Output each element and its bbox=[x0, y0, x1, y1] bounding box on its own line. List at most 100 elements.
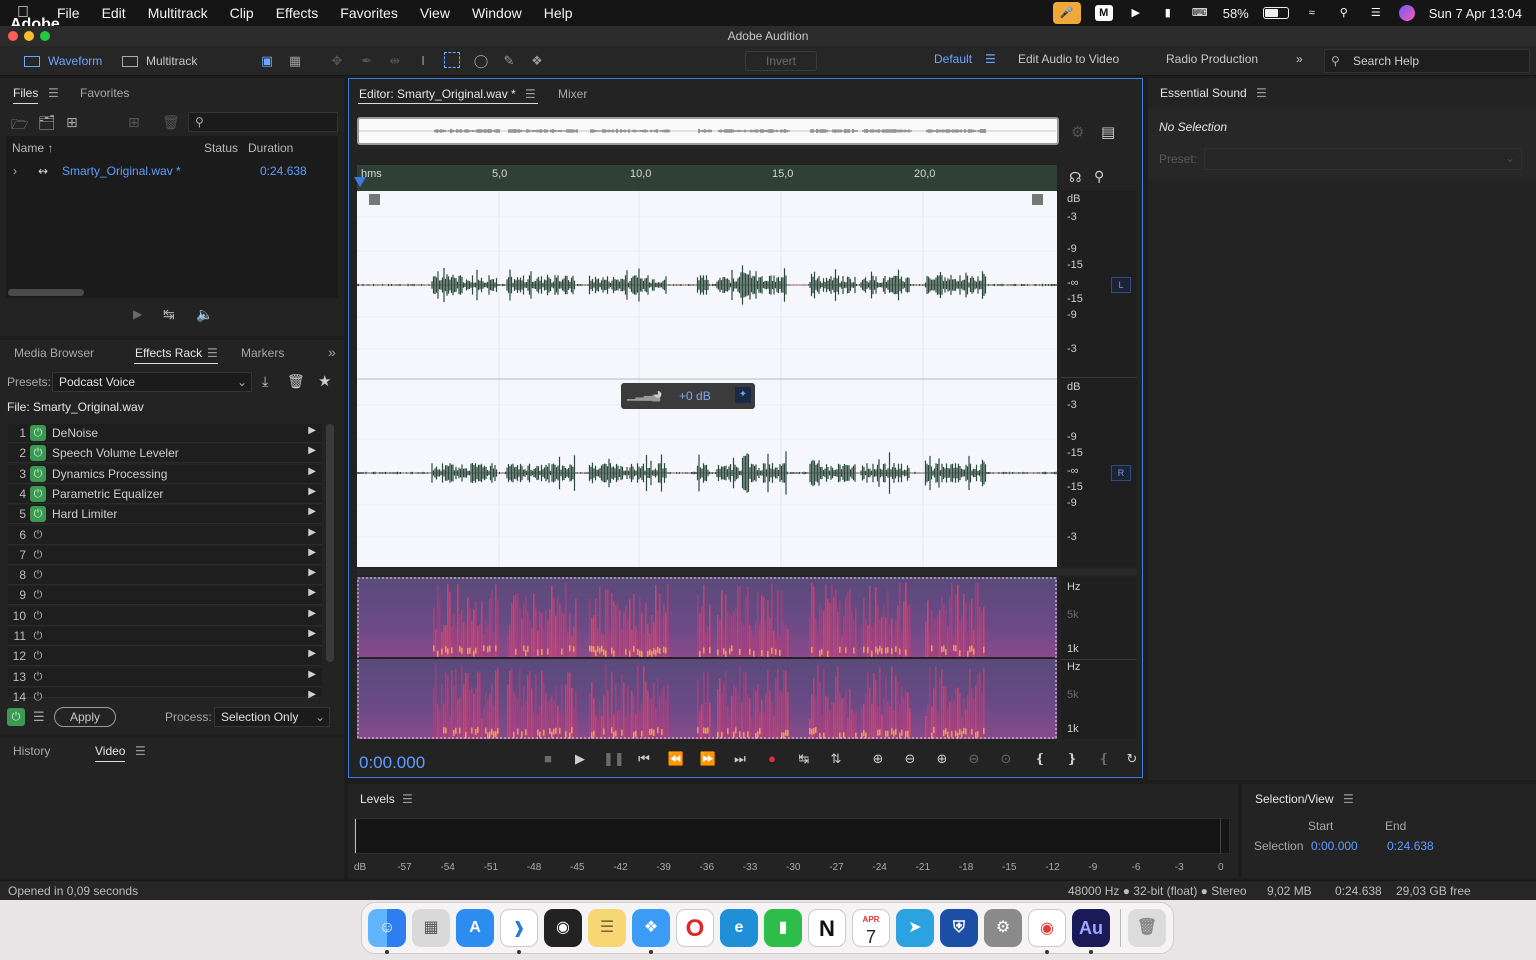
effect-arrow-icon[interactable]: ▶ bbox=[308, 466, 316, 477]
record-icon[interactable]: ● bbox=[763, 751, 781, 766]
gain-knob-icon[interactable]: ◕ bbox=[653, 386, 663, 404]
effect-arrow-icon[interactable]: ▶ bbox=[308, 547, 316, 558]
audition-icon[interactable]: Au bbox=[1072, 909, 1110, 947]
menu-edit[interactable]: Edit bbox=[91, 5, 137, 21]
loop-playback-icon[interactable]: ↹ bbox=[163, 306, 175, 323]
razor-tool-icon[interactable]: ✒ bbox=[358, 52, 376, 70]
tab-effects-rack[interactable]: Effects Rack bbox=[135, 346, 202, 360]
stop-icon[interactable]: ■ bbox=[539, 751, 557, 766]
workspace-radio-production[interactable]: Radio Production bbox=[1166, 52, 1258, 66]
effect-slot[interactable]: 10 ⏻ ▶ bbox=[8, 606, 322, 626]
zoom-window-icon[interactable] bbox=[40, 31, 50, 41]
more-workspaces-icon[interactable]: » bbox=[1296, 52, 1303, 66]
effect-slot[interactable]: 5 ⏻ Hard Limiter ▶ bbox=[8, 505, 322, 525]
file-row[interactable]: › ↭ Smarty_Original.wav * 0:24.638 bbox=[6, 161, 338, 181]
tab-video[interactable]: Video bbox=[95, 744, 126, 762]
effect-arrow-icon[interactable]: ▶ bbox=[308, 648, 316, 659]
gain-hud[interactable]: ▁▂▃▄ ◕ +0 dB ✦ bbox=[621, 383, 755, 409]
invert-button[interactable]: Invert bbox=[745, 51, 817, 71]
lasso-tool-icon[interactable]: ◯ bbox=[472, 52, 490, 70]
wifi-icon[interactable]: ≈ bbox=[1303, 5, 1321, 21]
microphone-icon[interactable]: 🎤 bbox=[1052, 2, 1081, 24]
bitwarden-icon[interactable]: ⛨ bbox=[940, 909, 978, 947]
fast-forward-icon[interactable]: ⏩ bbox=[699, 751, 717, 767]
panel-divider[interactable] bbox=[357, 569, 1137, 575]
new-file-icon[interactable]: ⊞ bbox=[66, 114, 78, 131]
skip-selection-icon[interactable]: ⇅ bbox=[827, 751, 845, 767]
zoom-in-point-icon[interactable]: ❴ bbox=[1031, 751, 1049, 767]
power-icon[interactable]: ⏻ bbox=[30, 527, 46, 543]
tab-files[interactable]: Files bbox=[13, 86, 39, 104]
files-panel-menu-icon[interactable]: ☰ bbox=[48, 86, 59, 100]
current-time-display[interactable]: 0:00.000 bbox=[359, 753, 425, 773]
menu-window[interactable]: Window bbox=[461, 5, 533, 21]
display-options-icon[interactable]: ▤ bbox=[1101, 123, 1115, 141]
effect-slot[interactable]: 3 ⏻ Dynamics Processing ▶ bbox=[8, 464, 322, 484]
effects-rack-menu-icon[interactable]: ☰ bbox=[207, 346, 218, 360]
delete-preset-icon[interactable]: 🗑 bbox=[287, 373, 305, 390]
telegram-icon[interactable]: ➤ bbox=[896, 909, 934, 947]
power-icon[interactable]: ⏻ bbox=[30, 485, 46, 502]
workspace-default[interactable]: Default bbox=[934, 52, 972, 66]
effect-arrow-icon[interactable]: ▶ bbox=[308, 628, 316, 639]
skip-to-end-icon[interactable]: ⏭ bbox=[731, 751, 749, 767]
essential-preset-dropdown[interactable]: ⌄ bbox=[1204, 148, 1522, 170]
notion-icon[interactable]: N bbox=[808, 909, 846, 947]
clipboard-icon[interactable]: ▮ bbox=[1159, 5, 1177, 21]
files-horizontal-scrollbar[interactable] bbox=[8, 289, 84, 296]
effect-slot[interactable]: 2 ⏻ Speech Volume Leveler ▶ bbox=[8, 444, 322, 464]
selection-view-menu-icon[interactable]: ☰ bbox=[1343, 792, 1354, 806]
search-help-field[interactable]: ⚲ Search Help bbox=[1324, 49, 1530, 73]
master-power-icon[interactable]: ⏻ bbox=[7, 708, 25, 726]
effects-scrollbar[interactable] bbox=[326, 424, 334, 662]
files-search-input[interactable]: ⚲ bbox=[188, 112, 338, 132]
notes-icon[interactable]: ☰ bbox=[588, 909, 626, 947]
effect-arrow-icon[interactable]: ▶ bbox=[308, 425, 316, 436]
effect-slot[interactable]: 14 ⏻ ▶ bbox=[8, 687, 322, 704]
channel-badge-right[interactable]: R bbox=[1111, 465, 1131, 481]
effect-slot[interactable]: 12 ⏻ ▶ bbox=[8, 647, 322, 667]
effect-arrow-icon[interactable]: ▶ bbox=[308, 445, 316, 456]
effect-slot[interactable]: 4 ⏻ Parametric Equalizer ▶ bbox=[8, 484, 322, 504]
selection-start-value[interactable]: 0:00.000 bbox=[1311, 839, 1358, 853]
clip-indicator[interactable] bbox=[1220, 819, 1221, 853]
play-icon[interactable]: ▶ bbox=[571, 751, 589, 767]
power-icon[interactable]: ⏻ bbox=[30, 648, 46, 664]
pause-icon[interactable]: ❚❚ bbox=[603, 751, 625, 767]
gmail-icon[interactable]: M bbox=[1094, 5, 1113, 21]
safari-icon[interactable]: ❖ bbox=[632, 909, 670, 947]
process-dropdown[interactable]: Selection Only ⌄ bbox=[214, 707, 330, 727]
channel-badge-left[interactable]: L bbox=[1111, 277, 1131, 293]
obs-icon[interactable]: ◉ bbox=[544, 909, 582, 947]
play-circle-icon[interactable]: ▶ bbox=[1127, 5, 1145, 21]
pin-hud-icon[interactable]: ✦ bbox=[735, 387, 751, 403]
move-tool-icon[interactable]: ✥ bbox=[328, 52, 346, 70]
battery-icon[interactable] bbox=[1262, 7, 1289, 19]
brush-tool-icon[interactable]: ✎ bbox=[500, 52, 518, 70]
more-panels-icon[interactable]: » bbox=[328, 344, 336, 360]
favorite-star-icon[interactable]: ★ bbox=[318, 372, 331, 390]
power-icon[interactable]: ⏻ bbox=[30, 587, 46, 603]
import-file-icon[interactable]: 🗂 bbox=[38, 114, 56, 131]
menu-multitrack[interactable]: Multitrack bbox=[137, 5, 219, 21]
finder-icon[interactable]: ☺ bbox=[368, 909, 406, 947]
effect-slot[interactable]: 6 ⏻ ▶ bbox=[8, 525, 322, 545]
column-name[interactable]: Name ↑ bbox=[12, 141, 53, 155]
power-icon[interactable]: ⏻ bbox=[30, 445, 46, 462]
opera-icon[interactable]: O bbox=[676, 909, 714, 947]
hud-gain-value[interactable]: +0 dB bbox=[679, 389, 711, 403]
effect-slot[interactable]: 1 ⏻ DeNoise ▶ bbox=[8, 424, 322, 443]
column-status[interactable]: Status bbox=[204, 141, 238, 155]
menu-clip[interactable]: Clip bbox=[219, 5, 265, 21]
effect-slot[interactable]: 8 ⏻ ▶ bbox=[8, 566, 322, 586]
video-panel-menu-icon[interactable]: ☰ bbox=[135, 744, 146, 758]
numbers-icon[interactable]: ▮ bbox=[764, 909, 802, 947]
effect-arrow-icon[interactable]: ▶ bbox=[308, 486, 316, 497]
menu-favorites[interactable]: Favorites bbox=[329, 5, 409, 21]
tab-mixer[interactable]: Mixer bbox=[558, 87, 587, 101]
power-icon[interactable]: ⏻ bbox=[30, 567, 46, 583]
effect-slot[interactable]: 11 ⏻ ▶ bbox=[8, 627, 322, 646]
delete-file-icon[interactable]: 🗑 bbox=[162, 114, 180, 131]
tab-essential-sound[interactable]: Essential Sound bbox=[1160, 86, 1247, 100]
effect-arrow-icon[interactable]: ▶ bbox=[308, 527, 316, 538]
